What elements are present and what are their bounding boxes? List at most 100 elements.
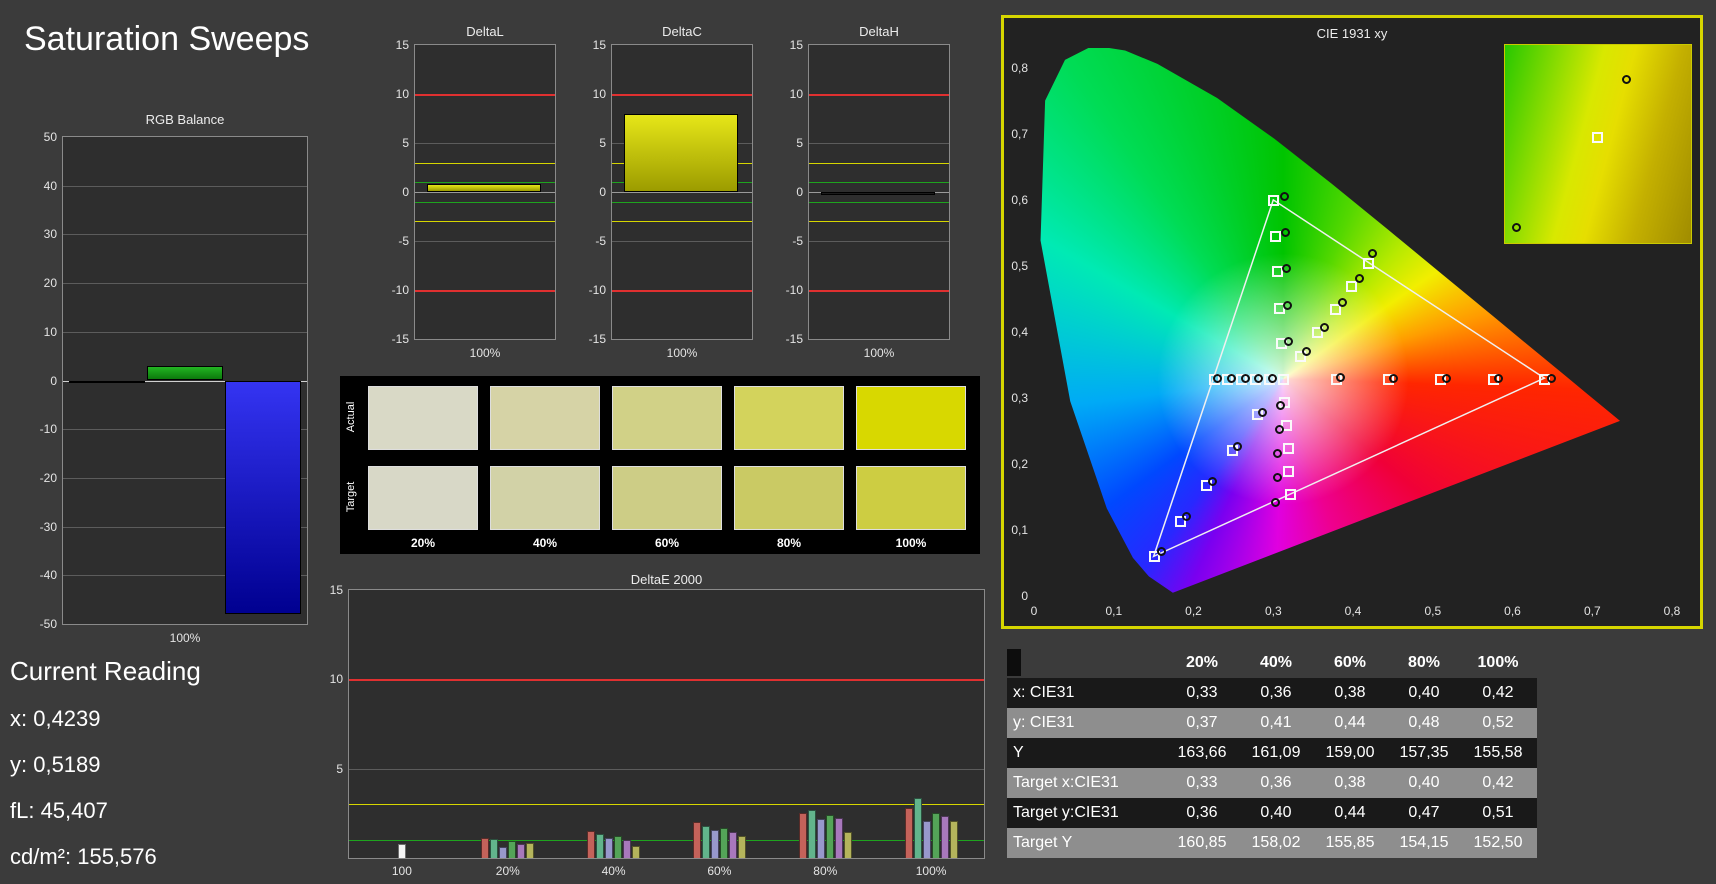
- measured-marker: [1282, 300, 1292, 310]
- cell-value: 0,33: [1186, 774, 1218, 791]
- delta-c-plot: 15 10 5 0 -5 -10 -15: [589, 38, 753, 346]
- delta-e-bar: [587, 831, 596, 858]
- measured-marker: [1441, 373, 1451, 383]
- y-axis-label: -5: [595, 234, 606, 248]
- measured-marker: [1270, 497, 1280, 507]
- cell-value: 0,44: [1334, 714, 1366, 731]
- x-axis-group-label: 60%: [707, 864, 732, 878]
- target-marker: [1268, 194, 1280, 206]
- calman-saturation-sweeps-screen: Saturation Sweeps RGB Balance 50 40 30 20 10…: [0, 0, 1716, 884]
- delta-c-chart-panel[interactable]: DeltaC 15 10 5 0 -5 -10 -15 100%: [565, 24, 757, 369]
- delta-e-bar: [931, 813, 940, 858]
- swatch-actual: [612, 386, 722, 450]
- y-axis-label: -10: [391, 283, 409, 297]
- delta-e-bar: [517, 843, 526, 858]
- x-axis-tick-label: 0,1: [1105, 604, 1123, 618]
- gridline: [415, 143, 555, 144]
- y-axis-label: 10: [395, 87, 409, 101]
- delta-h-chart-panel[interactable]: DeltaH 15 10 5 0 -5 -10 -15 100%: [762, 24, 954, 369]
- swatch-column-label: 20%: [410, 536, 436, 550]
- x-axis-tick-label: 0,6: [1504, 604, 1521, 618]
- cell-value: 0,42: [1482, 774, 1514, 791]
- delta-e-bar: [596, 833, 605, 858]
- bar-green: [147, 365, 223, 381]
- reference-line: [415, 162, 555, 164]
- cell-value: 0,48: [1408, 714, 1440, 731]
- swatch-column-label: 80%: [776, 536, 802, 550]
- bar-blue: [225, 380, 301, 615]
- cell-value: 0,52: [1482, 714, 1514, 731]
- swatch-target: [856, 466, 966, 530]
- delta-e-bar: [825, 815, 834, 858]
- reference-line: [349, 840, 984, 842]
- y-axis-tick-label: 0,4: [1011, 324, 1028, 339]
- y-axis-label: -40: [39, 568, 57, 583]
- y-axis-label: -15: [391, 332, 409, 346]
- row-label: Y: [1013, 744, 1024, 761]
- swatch-column-label: 100%: [895, 536, 927, 550]
- measured-marker: [1276, 400, 1286, 410]
- cell-value: 0,40: [1260, 804, 1292, 821]
- cell-value: 155,58: [1473, 744, 1523, 761]
- delta-bar: [821, 192, 935, 195]
- delta-e-bar: [807, 809, 816, 858]
- delta-e-bar: [526, 842, 535, 858]
- y-axis-tick-label: 0: [1021, 589, 1028, 603]
- y-axis-label: 15: [329, 583, 343, 597]
- reference-line: [809, 162, 949, 164]
- cell-value: 159,00: [1325, 744, 1375, 761]
- delta-e-title: DeltaE 2000: [630, 572, 703, 587]
- cell-value: 158,02: [1251, 834, 1301, 851]
- color-swatches-panel[interactable]: Actual Target 20% 40% 60% 80% 100%: [340, 376, 980, 554]
- delta-e-2000-chart-panel[interactable]: DeltaE 2000 15 10 5 100 20% 40% 60% 80% 100%: [308, 572, 1008, 882]
- delta-c-x-label: 100%: [666, 346, 698, 360]
- delta-e-bar: [816, 818, 825, 858]
- y-axis-label: 0: [796, 185, 803, 199]
- x-axis-tick-label: 0,5: [1424, 604, 1442, 618]
- y-axis-tick-label: 0,1: [1011, 523, 1028, 537]
- y-axis-label: 0: [599, 185, 606, 199]
- measured-marker: [1272, 473, 1282, 483]
- measured-marker: [1388, 373, 1398, 383]
- y-axis-label: 50: [43, 130, 57, 144]
- delta-l-chart-panel[interactable]: DeltaL 15 10 5 0 -5 -10 -15 100%: [368, 24, 560, 369]
- delta-e-bar: [719, 827, 728, 858]
- y-axis-tick-label: 0,5: [1011, 258, 1028, 273]
- target-marker: [1278, 373, 1290, 385]
- page-title: Saturation Sweeps: [24, 20, 310, 58]
- rgb-balance-x-label: 100%: [169, 631, 201, 645]
- inset-circle-marker: [1512, 223, 1522, 233]
- cell-value: 0,44: [1334, 804, 1366, 821]
- column-header: 40%: [1259, 654, 1293, 671]
- target-marker: [1346, 280, 1358, 292]
- reference-line: [415, 221, 555, 223]
- y-axis-label: 10: [789, 87, 803, 101]
- swatch-actual: [856, 386, 966, 450]
- table-body: 20% 40% 60% 80% 100% x: CIE31 0,33 0,36 0,38 0,40…: [1007, 648, 1537, 858]
- delta-e-bar: [913, 798, 922, 858]
- target-marker: [1269, 230, 1281, 242]
- cell-value: 161,09: [1251, 744, 1301, 761]
- y-axis-label: -15: [785, 332, 803, 346]
- cell-value: 0,41: [1260, 714, 1292, 731]
- delta-e-bar: [798, 813, 807, 858]
- gridline: [809, 143, 949, 144]
- y-axis-label: -10: [588, 283, 606, 297]
- swatch-column-label: 40%: [532, 536, 558, 550]
- reference-line: [415, 201, 555, 203]
- row-label: x: CIE31: [1013, 684, 1075, 701]
- gridline: [415, 192, 555, 193]
- rgb-balance-plot: 50 40 30 20 10 0 -10 -20 -30 -40 -50: [40, 130, 308, 631]
- measurement-table[interactable]: 20% 40% 60% 80% 100% x: CIE31 0,33 0,36 0,38 0,40…: [1007, 648, 1537, 858]
- reference-line: [349, 679, 984, 682]
- reading-cdm2: cd/m²: 155,576: [10, 844, 157, 869]
- rgb-balance-chart-panel[interactable]: RGB Balance 50 40 30 20 10 0 -10 -20 -30 -40 -50 1…: [30, 112, 322, 657]
- y-axis-tick-label: 0,8: [1011, 60, 1028, 75]
- y-axis-label: 10: [592, 87, 606, 101]
- delta-e-bar: [490, 839, 499, 858]
- reading-fl: fL: 45,407: [10, 798, 108, 823]
- cie-1931-chart-panel[interactable]: CIE 1931 xy 0 0 0,1 0,1 0,2 0,2 0,3 0,3 0,4 0,4 0,…: [1001, 15, 1703, 629]
- inset-square-marker: [1592, 132, 1604, 144]
- measured-marker: [1258, 407, 1268, 417]
- gridline: [63, 234, 307, 236]
